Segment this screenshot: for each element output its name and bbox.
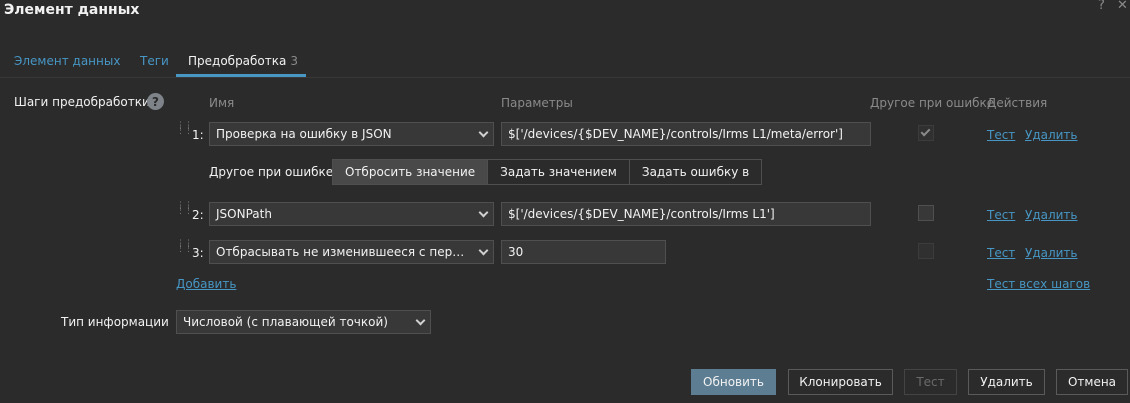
chevron-down-icon [478,127,489,138]
update-button[interactable]: Обновить [691,369,776,395]
info-type-select[interactable]: Числовой (с плавающей точкой) [176,310,431,334]
step-type-value: JSONPath [216,207,272,221]
tab-tags[interactable]: Теги [140,54,169,68]
info-type-value: Числовой (с плавающей точкой) [183,315,388,329]
step-type-select[interactable]: JSONPath [209,202,494,226]
test-all-steps-link[interactable]: Тест всех шагов [987,277,1090,291]
on-fail-checkbox[interactable] [918,125,934,141]
tabs-divider [0,77,1130,78]
step-number: 1: [192,128,204,142]
tab-count-badge: 3 [290,54,299,68]
tab-preprocessing-label: Предобработка [188,54,287,68]
help-icon[interactable]: ? [147,93,164,110]
column-header-actions: Действия [987,96,1048,110]
check-icon [920,126,931,137]
cancel-button[interactable]: Отмена [1056,369,1128,395]
add-step-link[interactable]: Добавить [176,277,236,291]
close-icon[interactable]: ✕ [1117,0,1128,13]
on-fail-checkbox[interactable] [918,243,934,259]
on-fail-checkbox[interactable] [918,205,934,221]
preprocessing-steps-label: Шаги предобработки [14,95,150,109]
drag-handle-icon[interactable]: ⋮⋮ ⋮⋮ [176,240,193,264]
tab-preprocessing[interactable]: Предобработка 3 [188,54,298,68]
chevron-down-icon [478,207,489,218]
step-test-link[interactable]: Тест [987,246,1015,260]
help-icon[interactable]: ? [1098,0,1105,13]
drag-handle-icon[interactable]: ⋮⋮ ⋮⋮ [176,202,193,226]
on-fail-segmented-control: Отбросить значение Задать значением Зада… [332,159,763,185]
tab-item[interactable]: Элемент данных [14,54,120,68]
on-fail-option-discard[interactable]: Отбросить значение [333,160,489,184]
step-type-select[interactable]: Отбрасывать не изменившееся с перио… [209,240,494,264]
step-param-input[interactable]: $['/devices/{$DEV_NAME}/controls/Irms L1… [501,202,871,226]
step-type-value: Проверка на ошибку в JSON [216,127,392,141]
step-test-link[interactable]: Тест [987,208,1015,222]
column-header-on-fail: Другое при ошибке [870,96,995,110]
test-button[interactable]: Тест [904,369,957,395]
step-type-value: Отбрасывать не изменившееся с перио… [216,245,480,259]
step-remove-link[interactable]: Удалить [1025,246,1078,260]
drag-handle-icon[interactable]: ⋮⋮ ⋮⋮ [176,122,193,146]
chevron-down-icon [478,245,489,256]
column-header-params: Параметры [501,96,573,110]
on-fail-label: Другое при ошибке [209,165,334,179]
step-number: 2: [192,208,204,222]
step-number: 3: [192,246,204,260]
clone-button[interactable]: Клонировать [788,369,893,395]
chevron-down-icon [415,315,426,326]
dialog-title: Элемент данных [4,2,140,18]
step-test-link[interactable]: Тест [987,128,1015,142]
on-fail-option-set-value[interactable]: Задать значением [488,160,630,184]
step-param-input[interactable]: $['/devices/{$DEV_NAME}/controls/Irms L1… [501,122,871,146]
column-header-name: Имя [209,96,235,110]
info-type-label: Тип информации [61,315,169,329]
step-type-select[interactable]: Проверка на ошибку в JSON [209,122,494,146]
delete-button[interactable]: Удалить [968,369,1045,395]
on-fail-option-set-error[interactable]: Задать ошибку в [630,160,761,184]
step-remove-link[interactable]: Удалить [1025,128,1078,142]
step-remove-link[interactable]: Удалить [1025,208,1078,222]
step-param-input[interactable]: 30 [501,240,666,264]
